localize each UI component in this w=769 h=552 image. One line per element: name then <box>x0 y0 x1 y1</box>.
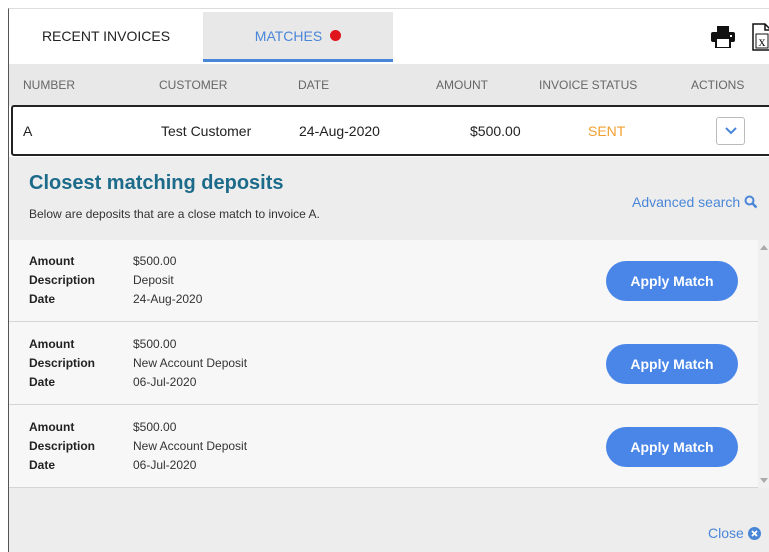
deposit-list-scrollbar[interactable] <box>758 240 769 488</box>
description-label: Description <box>29 356 96 370</box>
invoice-amount: $500.00 <box>470 123 521 139</box>
search-icon <box>744 195 758 209</box>
notification-dot <box>330 30 342 41</box>
amount-label: Amount <box>29 420 75 434</box>
close-label: Close <box>708 525 744 541</box>
table-header: NUMBER CUSTOMER DATE AMOUNT INVOICE STAT… <box>9 64 769 106</box>
status-badge: SENT <box>588 123 626 139</box>
deposit-description: New Account Deposit <box>133 356 248 370</box>
description-label: Description <box>29 439 96 453</box>
description-label: Description <box>29 273 96 287</box>
scroll-down-arrow-icon[interactable] <box>760 478 768 483</box>
invoice-number: A <box>23 123 33 139</box>
deposit-list: Amount $500.00 Description Deposit Date … <box>9 240 758 488</box>
amount-label: Amount <box>29 254 75 268</box>
date-label: Date <box>29 458 56 472</box>
tab-matches[interactable]: MATCHES <box>203 12 393 62</box>
tab-bar: RECENT INVOICES MATCHES x <box>9 9 769 62</box>
deposit-date: 24-Aug-2020 <box>133 292 203 306</box>
apply-match-button[interactable]: Apply Match <box>606 261 738 301</box>
invoice-date: 24-Aug-2020 <box>299 123 380 139</box>
date-label: Date <box>29 375 56 389</box>
actions-dropdown-button[interactable] <box>716 117 745 145</box>
deposit-amount: $500.00 <box>133 254 177 268</box>
excel-export-icon[interactable]: x <box>752 23 769 56</box>
tab-recent-invoices[interactable]: RECENT INVOICES <box>9 12 203 60</box>
invoice-customer: Test Customer <box>161 123 252 139</box>
tab-label: RECENT INVOICES <box>41 28 171 44</box>
panel-subtitle: Below are deposits that are a close matc… <box>29 207 320 221</box>
matching-deposits-panel: Closest matching deposits Below are depo… <box>9 157 769 552</box>
deposit-description: Deposit <box>133 273 174 287</box>
close-link[interactable]: Close <box>708 525 761 541</box>
printer-icon[interactable] <box>711 26 735 53</box>
list-item: Amount $500.00 Description New Account D… <box>9 406 758 488</box>
amount-label: Amount <box>29 337 75 351</box>
deposit-description: New Account Deposit <box>133 439 248 453</box>
apply-match-button[interactable]: Apply Match <box>606 427 738 467</box>
list-item: Amount $500.00 Description Deposit Date … <box>9 240 758 322</box>
tab-label: MATCHES <box>254 27 323 44</box>
date-label: Date <box>29 292 56 306</box>
column-header-date[interactable]: DATE <box>298 78 329 92</box>
column-header-amount[interactable]: AMOUNT <box>436 78 488 92</box>
close-circle-icon <box>747 526 761 540</box>
chevron-down-icon <box>724 127 737 135</box>
panel-title: Closest matching deposits <box>29 172 284 194</box>
scroll-up-arrow-icon[interactable] <box>760 245 768 250</box>
deposit-date: 06-Jul-2020 <box>133 375 197 389</box>
column-header-invoice-status[interactable]: INVOICE STATUS <box>539 78 637 92</box>
advanced-search-label: Advanced search <box>632 194 741 210</box>
column-header-actions: ACTIONS <box>691 78 745 92</box>
column-header-number[interactable]: NUMBER <box>23 78 75 92</box>
apply-match-button[interactable]: Apply Match <box>606 344 738 384</box>
deposit-amount: $500.00 <box>133 420 177 434</box>
table-row[interactable]: A Test Customer 24-Aug-2020 $500.00 SENT <box>11 105 769 156</box>
deposit-amount: $500.00 <box>133 337 177 351</box>
invoice-panel: RECENT INVOICES MATCHES x NUMBER CUSTOME… <box>8 8 769 552</box>
deposit-date: 06-Jul-2020 <box>133 458 197 472</box>
list-item: Amount $500.00 Description New Account D… <box>9 323 758 405</box>
advanced-search-link[interactable]: Advanced search <box>632 194 758 210</box>
column-header-customer[interactable]: CUSTOMER <box>159 78 227 92</box>
